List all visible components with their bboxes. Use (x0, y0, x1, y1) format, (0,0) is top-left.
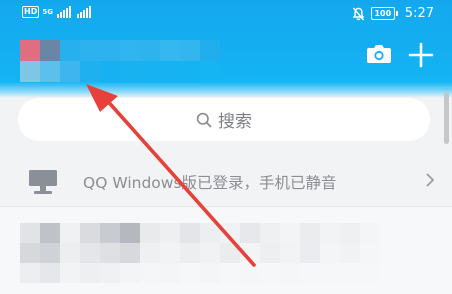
list-item-pixelated-content (20, 223, 380, 283)
status-right: 100 5:27 (352, 6, 434, 21)
search-bar[interactable]: 搜索 (18, 98, 430, 141)
search-placeholder: 搜索 (218, 112, 252, 132)
status-bar: HD 5G 100 5:27 (0, 0, 452, 28)
battery-icon: 100 (370, 7, 398, 20)
scrollbar[interactable] (444, 92, 449, 144)
plus-icon[interactable] (408, 42, 434, 68)
monitor-icon (29, 170, 57, 194)
camera-icon[interactable] (366, 42, 392, 66)
network-5g-label: 5G (42, 8, 53, 16)
chevron-right-icon[interactable] (424, 172, 436, 188)
status-time: 5:27 (404, 6, 434, 21)
hd-icon: HD (22, 6, 40, 18)
device-login-notice[interactable]: QQ Windows版已登录，手机已静音 (0, 156, 452, 206)
mute-icon (352, 7, 365, 20)
device-notice-text: QQ Windows版已登录，手机已静音 (83, 174, 337, 192)
battery-level: 100 (374, 9, 392, 18)
list-item[interactable] (0, 207, 452, 294)
signal-icon (56, 6, 71, 18)
status-left: HD 5G (22, 6, 91, 18)
search-icon (196, 112, 212, 127)
signal-icon (76, 6, 91, 18)
profile-avatar-pixelated[interactable] (20, 40, 220, 82)
